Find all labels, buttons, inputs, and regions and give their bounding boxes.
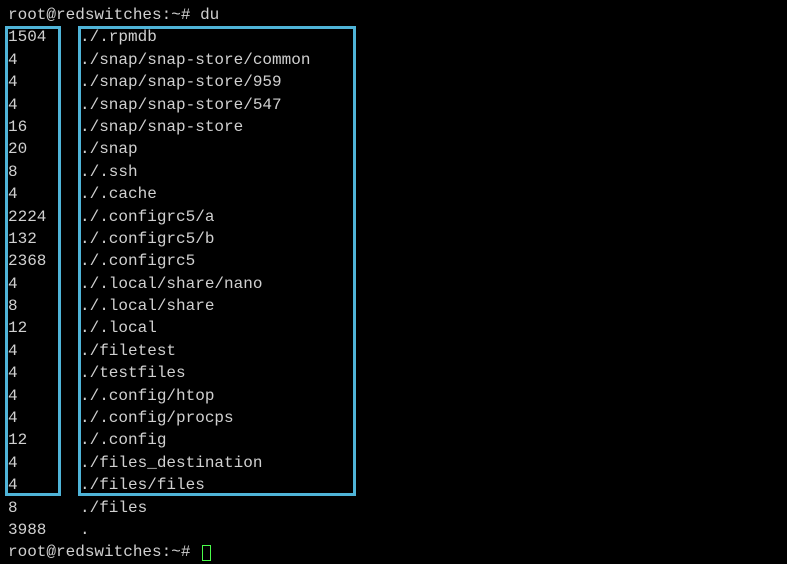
- prompt-user: root: [8, 6, 46, 24]
- output-row: 4./files_destination: [8, 452, 779, 474]
- path-value: ./.ssh: [80, 161, 138, 183]
- path-value: ./.config/htop: [80, 385, 214, 407]
- output-row: 12./.local: [8, 317, 779, 339]
- path-value: ./files: [80, 497, 147, 519]
- path-value: ./snap: [80, 138, 138, 160]
- size-value: 4: [8, 94, 80, 116]
- output-row: 1504./.rpmdb: [8, 26, 779, 48]
- size-value: 2368: [8, 250, 80, 272]
- prompt-line-1: root@redswitches:~# du: [8, 4, 779, 26]
- prompt-line-2[interactable]: root@redswitches:~#: [8, 541, 779, 563]
- path-value: ./.config/procps: [80, 407, 234, 429]
- size-value: 12: [8, 429, 80, 451]
- path-value: ./.cache: [80, 183, 157, 205]
- prompt-user: root: [8, 543, 46, 561]
- output-row: 2368./.configrc5: [8, 250, 779, 272]
- size-value: 4: [8, 385, 80, 407]
- size-value: 12: [8, 317, 80, 339]
- size-value: 4: [8, 273, 80, 295]
- output-row: 4./.config/procps: [8, 407, 779, 429]
- prompt-path: ~: [171, 6, 181, 24]
- size-value: 4: [8, 362, 80, 384]
- command-text: du: [200, 6, 219, 24]
- path-value: ./.local/share: [80, 295, 214, 317]
- du-output: 1504./.rpmdb4./snap/snap-store/common4./…: [8, 26, 779, 541]
- path-value: ./testfiles: [80, 362, 186, 384]
- size-value: 16: [8, 116, 80, 138]
- path-value: ./snap/snap-store/common: [80, 49, 310, 71]
- output-row: 4./snap/snap-store/959: [8, 71, 779, 93]
- output-row: 4./.cache: [8, 183, 779, 205]
- size-value: 8: [8, 497, 80, 519]
- output-row: 2224./.configrc5/a: [8, 206, 779, 228]
- output-row: 20./snap: [8, 138, 779, 160]
- path-value: .: [80, 519, 90, 541]
- output-row: 8./files: [8, 497, 779, 519]
- path-value: ./.local: [80, 317, 157, 339]
- output-row: 4./snap/snap-store/547: [8, 94, 779, 116]
- output-row: 132./.configrc5/b: [8, 228, 779, 250]
- output-row: 8./.ssh: [8, 161, 779, 183]
- size-value: 2224: [8, 206, 80, 228]
- path-value: ./files/files: [80, 474, 205, 496]
- size-value: 4: [8, 474, 80, 496]
- size-value: 132: [8, 228, 80, 250]
- output-row: 4./.config/htop: [8, 385, 779, 407]
- path-value: ./snap/snap-store/547: [80, 94, 282, 116]
- output-row: 4./files/files: [8, 474, 779, 496]
- size-value: 4: [8, 71, 80, 93]
- size-value: 4: [8, 452, 80, 474]
- output-row: 3988.: [8, 519, 779, 541]
- size-value: 8: [8, 161, 80, 183]
- prompt-host: redswitches: [56, 6, 162, 24]
- path-value: ./snap/snap-store/959: [80, 71, 282, 93]
- path-value: ./.config: [80, 429, 166, 451]
- size-value: 20: [8, 138, 80, 160]
- output-row: 4./filetest: [8, 340, 779, 362]
- output-row: 16./snap/snap-store: [8, 116, 779, 138]
- output-row: 4./.local/share/nano: [8, 273, 779, 295]
- size-value: 4: [8, 49, 80, 71]
- size-value: 4: [8, 407, 80, 429]
- size-value: 1504: [8, 26, 80, 48]
- output-row: 4./testfiles: [8, 362, 779, 384]
- path-value: ./.local/share/nano: [80, 273, 262, 295]
- size-value: 4: [8, 183, 80, 205]
- cursor-icon: [202, 545, 211, 561]
- output-row: 8./.local/share: [8, 295, 779, 317]
- path-value: ./.configrc5/a: [80, 206, 214, 228]
- path-value: ./files_destination: [80, 452, 262, 474]
- size-value: 4: [8, 340, 80, 362]
- path-value: ./snap/snap-store: [80, 116, 243, 138]
- path-value: ./.configrc5/b: [80, 228, 214, 250]
- prompt-host: redswitches: [56, 543, 162, 561]
- prompt-path: ~: [171, 543, 181, 561]
- path-value: ./.rpmdb: [80, 26, 157, 48]
- size-value: 3988: [8, 519, 80, 541]
- path-value: ./filetest: [80, 340, 176, 362]
- path-value: ./.configrc5: [80, 250, 195, 272]
- output-row: 4./snap/snap-store/common: [8, 49, 779, 71]
- size-value: 8: [8, 295, 80, 317]
- output-row: 12./.config: [8, 429, 779, 451]
